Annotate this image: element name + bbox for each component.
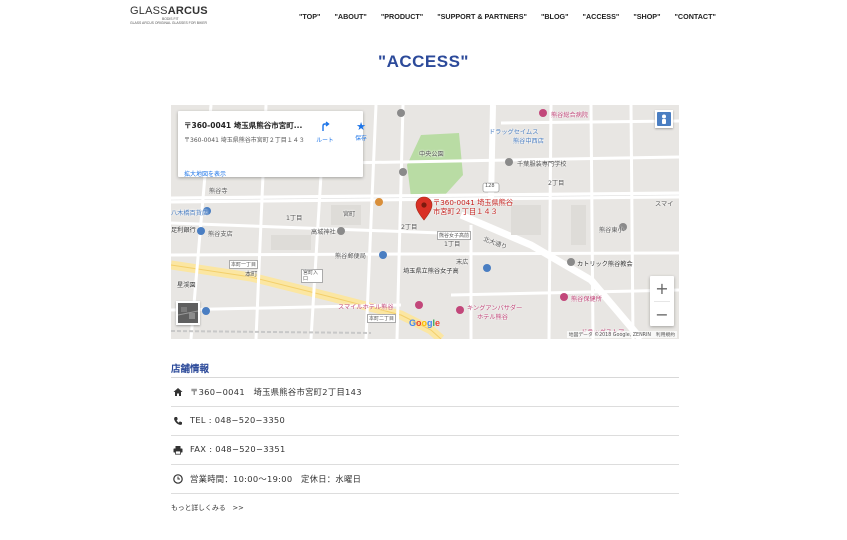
info-card-title: 〒360-0041 埼玉県熊谷市宮町... — [184, 121, 303, 130]
fax-text: FAX : 048−520−3351 — [190, 444, 286, 454]
map-label-hon-1: 本町一丁目 — [229, 260, 259, 269]
map-label-hotel-1: スマイルホテル熊谷 — [338, 304, 394, 311]
clock-icon — [173, 474, 183, 484]
map-label-bank: 足利銀行 — [171, 227, 196, 234]
map-label-hoshikawa: 星渓園 — [177, 282, 196, 289]
tel-text[interactable]: TEL : 048−520−3350 — [190, 415, 285, 425]
satellite-thumbnail-icon — [177, 303, 199, 323]
page-title: "ACCESS" — [378, 52, 469, 71]
map-label-hospital: 熊谷総合病院 — [551, 112, 589, 119]
map-label-suehiro: 末広 — [456, 259, 469, 266]
map-label-miya: 宮町 — [343, 211, 356, 218]
printer-icon — [173, 446, 183, 455]
map-label-honcho: 本町 — [245, 271, 258, 278]
nav-contact[interactable]: "CONTACT" — [675, 12, 716, 21]
info-card-address: 〒360-0041 埼玉県熊谷市宮町２丁目１４３ — [184, 137, 305, 144]
zoom-in-button[interactable]: + — [650, 276, 674, 301]
nav-product[interactable]: "PRODUCT" — [381, 12, 423, 21]
nav-blog[interactable]: "BLOG" — [541, 12, 569, 21]
pegman-icon — [657, 112, 671, 126]
save-label: 保存 — [355, 136, 367, 142]
map-label-post: 熊谷郵便局 — [335, 253, 366, 260]
map-label-exit: 熊谷女子高前 — [437, 231, 472, 240]
logo-text: GLASSARCUS — [130, 6, 210, 17]
map-label-school: 千葉服装専門学校 — [517, 161, 567, 168]
map-attribution[interactable]: 地図データ ©2018 Google, ZENRIN 利用規約 — [566, 331, 677, 338]
google-letter-g: G — [409, 318, 417, 328]
star-icon: ★ — [356, 120, 366, 133]
hours-row: 営業時間：10:00〜19:00 定休日：水曜日 — [171, 465, 679, 494]
logo-brand-bold: ARCUS — [167, 5, 208, 17]
zoom-control: + − — [650, 276, 674, 326]
site-header: GLASSARCUS BODIS FIT GLASS ARCUS ORIGINA… — [0, 0, 847, 34]
nav-top[interactable]: "TOP" — [299, 12, 320, 21]
street-view-button[interactable] — [655, 110, 673, 128]
map-info-card: 〒360-0041 埼玉県熊谷市宮町... 〒360-0041 埼玉県熊谷市宮町… — [178, 111, 367, 178]
map-label-branch: 熊谷支店 — [208, 231, 233, 238]
address-text: 〒360−0041 埼玉県熊谷市宮町2丁目143 — [190, 387, 362, 397]
map-label-route128: 128 — [485, 183, 495, 189]
map-label-school-jhs: 熊谷東小 — [599, 227, 624, 234]
map-label-health: 熊谷保健所 — [571, 296, 602, 303]
google-logo: Google — [409, 318, 440, 328]
google-map[interactable]: 中央公園 ドラッグセイムス 熊谷中西店 熊谷総合病院 千葉服装専門学校 128 … — [171, 105, 679, 339]
address-row: 〒360−0041 埼玉県熊谷市宮町2丁目143 — [171, 378, 679, 407]
map-label-temple: 熊谷寺 — [209, 188, 228, 195]
map-label-chome1-a: 1丁目 — [286, 215, 303, 222]
more-details-link[interactable]: もっと詳しくみる >> — [171, 502, 244, 512]
pin-label-line1: 〒360-0041 埼玉県熊谷 — [433, 198, 514, 207]
map-label-smile: スマイ — [655, 201, 674, 208]
route-button[interactable]: ルート — [312, 120, 338, 144]
map-label-chome1-b: 1丁目 — [444, 241, 461, 248]
zoom-out-button[interactable]: − — [650, 302, 674, 327]
map-label-park: 中央公園 — [419, 151, 444, 158]
map-label-catholic: カトリック熊谷教会 — [577, 261, 633, 268]
map-label-hon-2: 本町二丁目 — [367, 314, 397, 323]
map-label-dept: 八木橋百貨店 — [171, 210, 209, 217]
nav-about[interactable]: "ABOUT" — [334, 12, 366, 21]
google-letter-e: e — [435, 318, 441, 328]
map-label-hotel-2: キングアンバサダー — [467, 305, 523, 312]
map-label-shrine: 高城神社 — [311, 229, 336, 236]
logo-tagline: GLASS ARCUS ORIGINAL GLASSES FOR BIKER — [130, 21, 207, 25]
shop-info-title: 店舗情報 — [171, 364, 210, 375]
home-icon — [173, 388, 183, 396]
pin-label: 〒360-0041 埼玉県熊谷 市宮町２丁目１４３ — [433, 198, 513, 216]
map-label-chome2-a: 2丁目 — [548, 180, 565, 187]
main-nav: "TOP" "ABOUT" "PRODUCT" "SUPPORT & PARTN… — [299, 12, 716, 21]
save-button[interactable]: ★ 保存 — [348, 120, 374, 142]
fax-row: FAX : 048−520−3351 — [171, 436, 679, 465]
logo-brand-light: GLASS — [130, 5, 168, 17]
tel-row: TEL : 048−520−3350 — [171, 407, 679, 436]
map-label-hotel-3: ホテル熊谷 — [477, 314, 508, 321]
directions-icon — [312, 120, 338, 135]
logo[interactable]: GLASSARCUS BODIS FIT GLASS ARCUS ORIGINA… — [130, 6, 210, 30]
phone-icon — [174, 417, 182, 425]
pin-label-line2: 市宮町２丁目１４３ — [433, 207, 498, 216]
larger-map-link[interactable]: 拡大地図を表示 — [184, 169, 226, 178]
satellite-toggle[interactable] — [176, 301, 200, 325]
nav-support-partners[interactable]: "SUPPORT & PARTNERS" — [437, 12, 527, 21]
nav-shop[interactable]: "SHOP" — [633, 12, 660, 21]
nav-access[interactable]: "ACCESS" — [583, 12, 620, 21]
map-label-chome2-b: 2丁目 — [401, 224, 418, 231]
map-label-stop-box: 宮町入口 — [301, 269, 323, 283]
map-label-girls-hs: 埼玉県立熊谷女子高 — [403, 268, 459, 275]
hours-text: 営業時間：10:00〜19:00 定休日：水曜日 — [190, 474, 362, 484]
route-label: ルート — [316, 138, 334, 144]
map-label-drugstore-1: ドラッグセイムス — [489, 129, 539, 136]
map-label-drugstore-2: 熊谷中西店 — [513, 138, 544, 145]
